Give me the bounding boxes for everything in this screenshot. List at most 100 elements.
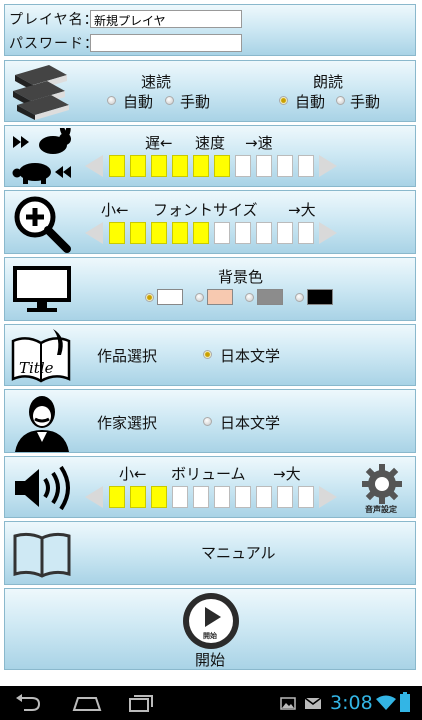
background-color-swatch[interactable] (207, 289, 233, 305)
level-segment[interactable] (172, 155, 188, 177)
start-panel[interactable]: 開始 開始 (4, 588, 416, 670)
font-large-label: →大 (288, 201, 316, 219)
background-color-label: 背景色 (218, 268, 264, 286)
voice-manual-label[interactable]: 手動 (350, 91, 380, 112)
author-value: 日本文学 (220, 414, 281, 432)
start-button[interactable]: 開始 (181, 591, 241, 651)
home-icon[interactable] (72, 695, 102, 711)
volume-large-label: →大 (273, 465, 301, 483)
voice-read-title: 朗読 (313, 73, 344, 91)
level-segment[interactable] (193, 155, 209, 177)
level-segment[interactable] (109, 155, 125, 177)
background-color-panel: 背景色 (4, 257, 416, 321)
monitor-icon (13, 266, 71, 312)
background-color-swatch[interactable] (257, 289, 283, 305)
recent-apps-icon[interactable] (128, 694, 154, 712)
work-value: 日本文学 (220, 347, 281, 365)
level-segment[interactable] (151, 155, 167, 177)
font-level-bar[interactable] (109, 222, 319, 244)
work-select-label: 作品選択 (97, 347, 158, 365)
level-segment[interactable] (109, 222, 125, 244)
level-segment[interactable] (277, 486, 293, 508)
author-select-panel[interactable]: 作家選択 日本文学 (4, 389, 416, 453)
gear-icon (362, 464, 402, 504)
volume-decrease-button[interactable] (85, 486, 103, 508)
level-segment[interactable] (298, 222, 314, 244)
level-segment[interactable] (214, 222, 230, 244)
work-radio[interactable] (203, 350, 212, 359)
level-segment[interactable] (256, 486, 272, 508)
font-increase-button[interactable] (319, 222, 337, 244)
manual-label: マニュアル (201, 544, 276, 562)
font-decrease-button[interactable] (85, 222, 103, 244)
voice-manual-radio[interactable] (336, 96, 345, 105)
manual-panel[interactable]: マニュアル (4, 521, 416, 585)
background-color-swatch[interactable] (157, 289, 183, 305)
voice-settings-button[interactable]: 音声設定 (359, 461, 405, 515)
level-segment[interactable] (151, 222, 167, 244)
password-label: パスワード： (9, 36, 99, 52)
speed-manual-label[interactable]: 手動 (180, 91, 210, 112)
level-segment[interactable] (172, 486, 188, 508)
image-icon (280, 697, 296, 710)
level-segment[interactable] (172, 222, 188, 244)
level-segment[interactable] (235, 155, 251, 177)
speed-increase-button[interactable] (319, 155, 337, 177)
speed-manual-radio[interactable] (165, 96, 174, 105)
level-segment[interactable] (130, 155, 146, 177)
play-icon (183, 593, 239, 649)
player-name-label: プレイヤ名： (9, 12, 99, 28)
player-panel: プレイヤ名： 新規プレイヤ パスワード： (4, 4, 416, 56)
speed-decrease-button[interactable] (85, 155, 103, 177)
speaker-icon (15, 465, 70, 511)
voice-auto-label[interactable]: 自動 (295, 91, 325, 112)
password-field[interactable] (90, 34, 242, 52)
font-small-label: 小← (101, 201, 129, 219)
background-color-radio[interactable] (195, 293, 204, 302)
zoom-in-icon (14, 196, 71, 253)
background-color-swatch[interactable] (307, 289, 333, 305)
voice-auto-radio[interactable] (279, 96, 288, 105)
level-segment[interactable] (214, 486, 230, 508)
back-icon[interactable] (14, 694, 42, 712)
start-icon-label: 開始 (203, 632, 217, 640)
level-segment[interactable] (130, 222, 146, 244)
background-color-radio[interactable] (295, 293, 304, 302)
level-segment[interactable] (193, 222, 209, 244)
level-segment[interactable] (214, 155, 230, 177)
player-name-field[interactable]: 新規プレイヤ (90, 10, 242, 28)
speed-label: 速度 (195, 134, 226, 152)
level-segment[interactable] (193, 486, 209, 508)
svg-text:Title: Title (19, 359, 54, 377)
level-segment[interactable] (298, 155, 314, 177)
wifi-icon (376, 695, 396, 710)
level-segment[interactable] (256, 222, 272, 244)
books-icon (13, 65, 69, 120)
level-segment[interactable] (130, 486, 146, 508)
speed-level-bar[interactable] (109, 155, 319, 177)
level-segment[interactable] (235, 486, 251, 508)
font-size-label: フォントサイズ (153, 201, 258, 219)
volume-level-bar[interactable] (109, 486, 319, 508)
volume-label: ボリューム (171, 465, 246, 483)
background-color-radio[interactable] (245, 293, 254, 302)
level-segment[interactable] (109, 486, 125, 508)
level-segment[interactable] (151, 486, 167, 508)
level-segment[interactable] (298, 486, 314, 508)
system-navigation-bar: 3:08 (0, 686, 422, 720)
speed-auto-radio[interactable] (107, 96, 116, 105)
background-color-radio[interactable] (145, 293, 154, 302)
level-segment[interactable] (235, 222, 251, 244)
level-segment[interactable] (256, 155, 272, 177)
title-book-icon: Title (11, 329, 71, 383)
speed-slow-label: 遅← (145, 134, 173, 152)
speed-read-title: 速読 (141, 73, 172, 91)
author-portrait-icon (15, 396, 69, 452)
background-swatches[interactable] (145, 288, 345, 306)
author-radio[interactable] (203, 417, 212, 426)
level-segment[interactable] (277, 155, 293, 177)
speed-auto-label[interactable]: 自動 (123, 91, 153, 112)
volume-increase-button[interactable] (319, 486, 337, 508)
level-segment[interactable] (277, 222, 293, 244)
work-select-panel[interactable]: Title 作品選択 日本文学 (4, 324, 416, 386)
